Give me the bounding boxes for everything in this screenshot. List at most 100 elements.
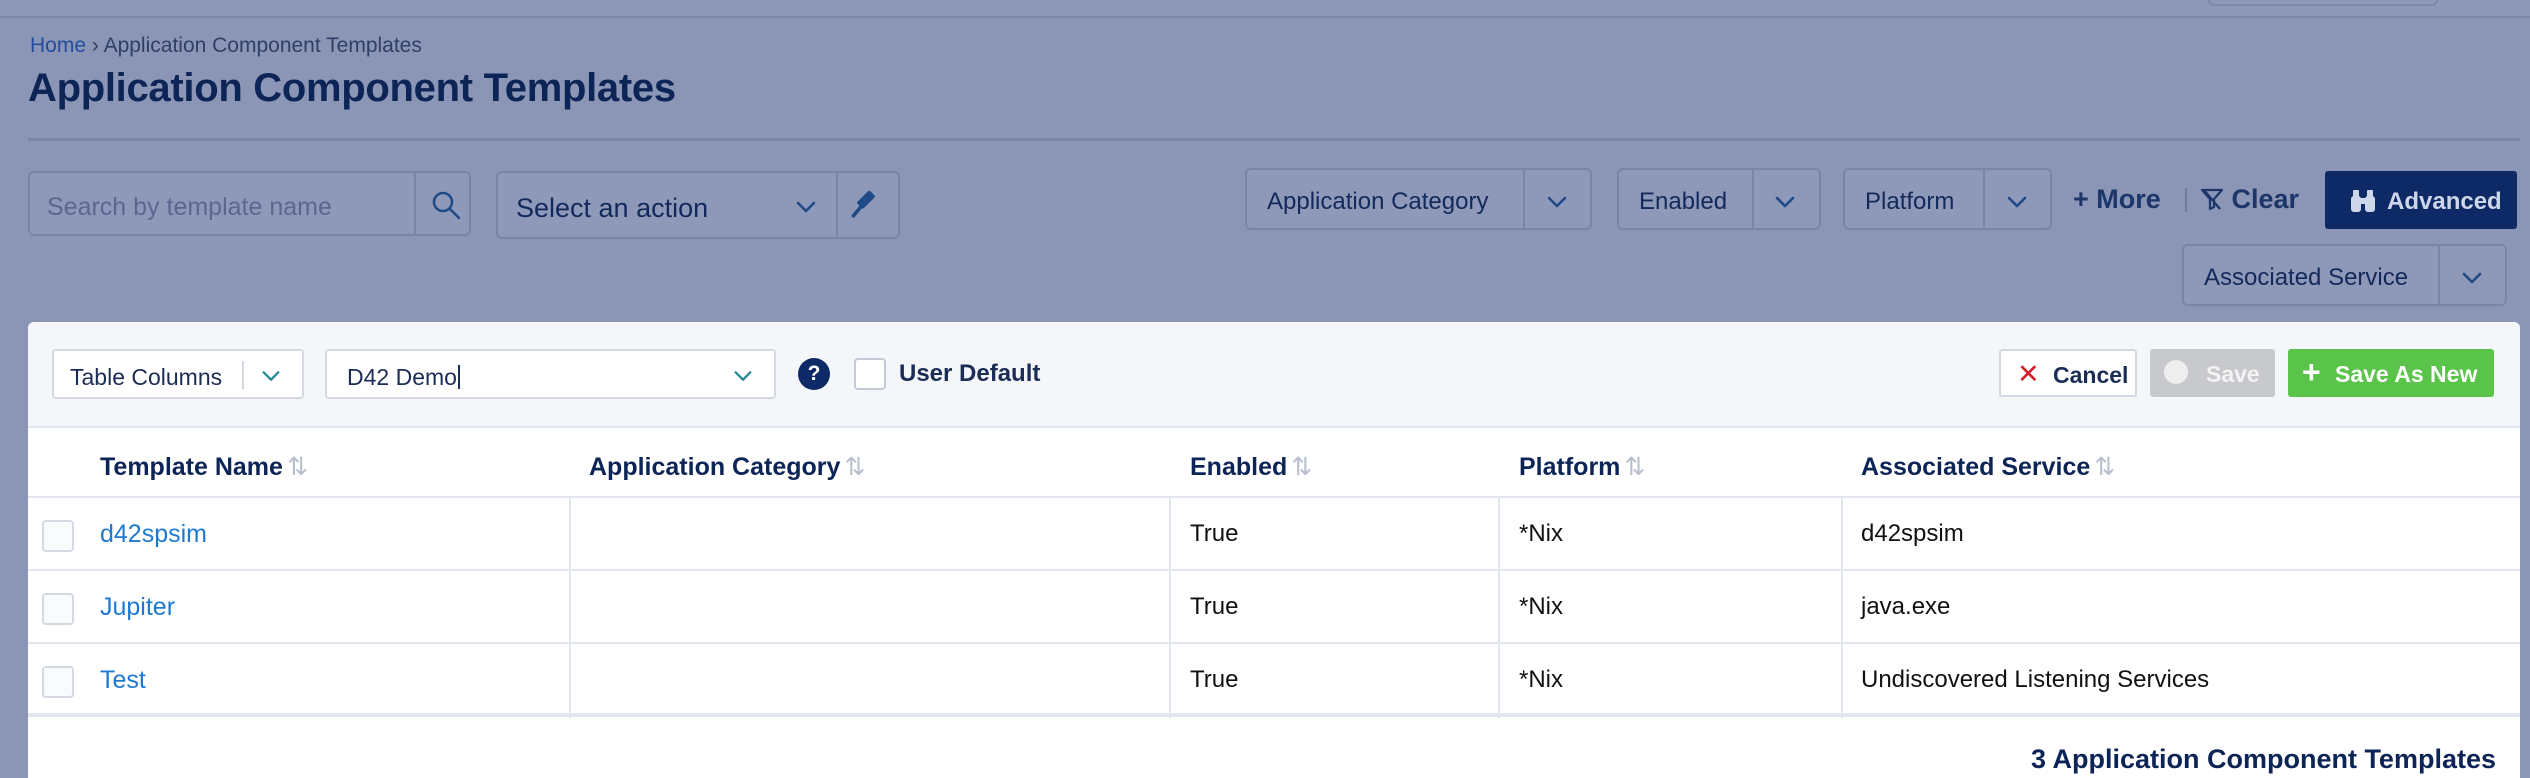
cell-platform: *Nix — [1519, 666, 1564, 693]
cell-associated-service: d42spsim — [1861, 520, 1964, 547]
user-default-label: User Default — [899, 360, 1041, 387]
column-divider — [1498, 498, 1500, 718]
chevron-down-icon — [1775, 196, 1795, 208]
chevron-down-icon — [2007, 196, 2027, 208]
row-checkbox[interactable] — [42, 520, 74, 552]
table-row: d42spsim True *Nix d42spsim — [28, 498, 2520, 571]
clear-filters-button[interactable]: Clear — [2200, 184, 2299, 215]
cell-enabled: True — [1190, 593, 1239, 620]
cancel-label: Cancel — [2053, 362, 2129, 388]
table-columns-select[interactable]: Table Columns — [52, 349, 304, 399]
cell-associated-service: Undiscovered Listening Services — [1861, 666, 2210, 693]
search-divider — [414, 173, 416, 234]
top-bar-control — [2208, 0, 2438, 6]
sort-icon: ⇅ — [1291, 453, 1313, 481]
row-checkbox[interactable] — [42, 666, 74, 698]
chevron-down-icon — [2462, 272, 2482, 284]
save-as-new-button[interactable]: + Save As New — [2288, 349, 2494, 397]
filter-label: Associated Service — [2204, 264, 2409, 291]
table-bottom-border — [28, 713, 2520, 716]
saved-view-value: D42 Demo — [347, 364, 460, 391]
page-title: Application Component Templates — [28, 66, 676, 110]
cell-platform: *Nix — [1519, 593, 1564, 620]
save-button[interactable]: Save — [2150, 349, 2275, 397]
breadcrumb-separator: › — [91, 34, 99, 57]
top-bar — [0, 0, 2530, 18]
filter-label: Platform — [1865, 188, 1955, 215]
check-circle-icon — [2164, 360, 2188, 384]
chevron-down-icon — [262, 371, 280, 381]
action-divider — [836, 173, 838, 237]
save-label: Save — [2206, 361, 2260, 387]
action-select-label: Select an action — [516, 193, 709, 223]
filter-divider — [1983, 170, 1985, 228]
table-row: Jupiter True *Nix java.exe — [28, 571, 2520, 644]
row-checkbox[interactable] — [42, 593, 74, 625]
record-count: 3 Application Component Templates — [2030, 744, 2496, 774]
cell-platform: *Nix — [1519, 520, 1564, 547]
table-panel: Table Columns D42 Demo ? User Default ✕ … — [28, 322, 2520, 778]
template-name-link[interactable]: Jupiter — [100, 593, 175, 622]
panel-toolbar: Table Columns D42 Demo ? User Default ✕ … — [28, 322, 2520, 428]
cancel-button[interactable]: ✕ Cancel — [1999, 349, 2137, 397]
binoculars-icon — [2351, 190, 2375, 212]
column-header-label: Associated Service — [1861, 453, 2091, 481]
help-icon[interactable]: ? — [798, 358, 830, 390]
table-columns-label: Table Columns — [70, 364, 223, 390]
breadcrumb-home-link[interactable]: Home — [30, 34, 86, 57]
toolbar-divider — [2185, 188, 2187, 212]
breadcrumb-current: Application Component Templates — [103, 34, 422, 57]
filter-associated-service[interactable]: Associated Service — [2182, 244, 2507, 306]
sort-icon: ⇅ — [844, 453, 866, 481]
filter-enabled[interactable]: Enabled — [1617, 168, 1821, 230]
plus-icon: + — [2302, 354, 2321, 390]
column-header-label: Application Category — [589, 453, 841, 481]
user-default-checkbox[interactable] — [854, 358, 886, 390]
search-input[interactable]: Search by template name — [28, 171, 471, 236]
filter-clear-icon — [2200, 188, 2224, 211]
more-label: More — [2096, 184, 2161, 214]
sort-icon: ⇅ — [286, 453, 308, 481]
chevron-down-icon — [1547, 196, 1567, 208]
chevron-down-icon — [796, 201, 816, 213]
saved-view-text: D42 Demo — [347, 364, 457, 390]
column-divider — [1169, 498, 1171, 718]
cell-enabled: True — [1190, 520, 1239, 547]
column-header-label: Enabled — [1190, 453, 1288, 481]
search-placeholder: Search by template name — [47, 193, 332, 221]
plus-icon: + — [2073, 184, 2089, 214]
cell-associated-service: java.exe — [1861, 593, 1951, 620]
title-divider — [28, 138, 2520, 141]
template-name-link[interactable]: Test — [100, 666, 146, 695]
chevron-down-icon — [734, 371, 752, 381]
advanced-label: Advanced — [2387, 188, 2502, 215]
advanced-search-button[interactable]: Advanced — [2325, 171, 2517, 229]
clear-label: Clear — [2231, 184, 2300, 214]
filter-divider — [1523, 170, 1525, 228]
filter-application-category[interactable]: Application Category — [1245, 168, 1592, 230]
filter-divider — [2438, 246, 2440, 304]
filter-platform[interactable]: Platform — [1843, 168, 2052, 230]
text-caret — [457, 365, 460, 389]
filter-label: Application Category — [1267, 188, 1489, 215]
sort-icon: ⇅ — [2094, 453, 2116, 481]
template-name-link[interactable]: d42spsim — [100, 520, 207, 549]
column-divider — [1841, 498, 1843, 718]
table-row: Test True *Nix Undiscovered Listening Se… — [28, 644, 2520, 717]
search-icon[interactable] — [430, 189, 462, 221]
save-as-new-label: Save As New — [2335, 361, 2478, 387]
more-filters-button[interactable]: + More — [2073, 184, 2161, 215]
breadcrumb: Home › Application Component Templates — [30, 34, 422, 58]
close-icon: ✕ — [2017, 359, 2040, 389]
column-header-label: Platform — [1519, 453, 1621, 481]
column-divider — [569, 498, 571, 718]
filter-label: Enabled — [1639, 188, 1728, 215]
action-select[interactable]: Select an action — [496, 171, 900, 239]
filter-divider — [1752, 170, 1754, 228]
sort-icon: ⇅ — [1624, 453, 1646, 481]
select-divider — [242, 361, 244, 389]
gavel-icon[interactable] — [848, 187, 884, 223]
saved-view-select[interactable]: D42 Demo — [325, 349, 776, 399]
column-header-label: Template Name — [100, 453, 283, 481]
cell-enabled: True — [1190, 666, 1239, 693]
